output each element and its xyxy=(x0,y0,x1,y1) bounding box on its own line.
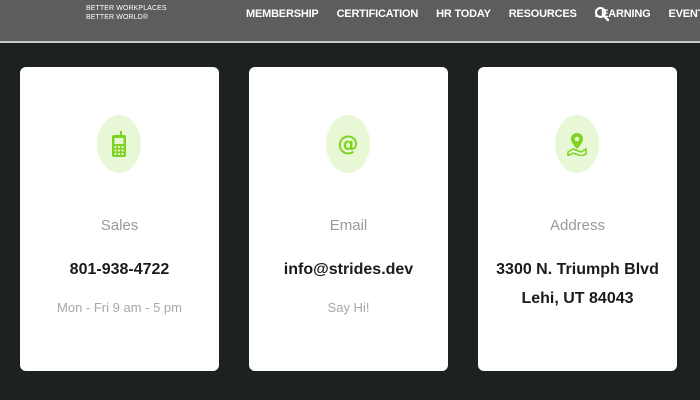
map-pin-icon xyxy=(566,132,588,156)
email-tagline: Say Hi! xyxy=(327,300,370,315)
card-label: Email xyxy=(329,217,368,234)
nav-item-hr-today[interactable]: HR TODAY xyxy=(436,8,491,20)
main-nav: MEMBERSHIP CERTIFICATION HR TODAY RESOUR… xyxy=(246,0,700,27)
card-value-line-1: 801-938-4722 xyxy=(69,261,170,278)
street-address[interactable]: 3300 N. Triumph Blvd Lehi, UT 84043 xyxy=(478,255,677,313)
svg-text:@: @ xyxy=(338,133,359,155)
logo-tagline-line-2: BETTER WORLD® xyxy=(86,14,149,21)
contact-card-sales: Sales 801-938-4722 Mon - Fri 9 am - 5 pm xyxy=(20,67,219,371)
email-address[interactable]: info@strides.dev xyxy=(249,255,448,284)
phone-icon xyxy=(111,131,127,157)
contact-card-address: Address 3300 N. Triumph Blvd Lehi, UT 84… xyxy=(478,67,677,371)
at-icon: @ xyxy=(337,133,359,155)
card-value-line-1: info@strides.dev xyxy=(283,261,414,278)
phone-number[interactable]: 801-938-4722 xyxy=(20,255,219,284)
nav-item-certification[interactable]: CERTIFICATION xyxy=(337,8,419,20)
icon-circle: @ xyxy=(326,115,370,173)
nav-item-events[interactable]: EVENTS xyxy=(668,8,700,20)
business-hours: Mon - Fri 9 am - 5 pm xyxy=(57,300,182,315)
search-icon[interactable] xyxy=(594,6,610,22)
card-value-line-2: Lehi, UT 84043 xyxy=(521,290,634,307)
card-label: Sales xyxy=(100,217,139,234)
logo-tagline-line-1: BETTER WORKPLACES xyxy=(86,5,167,12)
nav-item-membership[interactable]: MEMBERSHIP xyxy=(246,8,319,20)
card-value-line-1: 3300 N. Triumph Blvd xyxy=(496,261,659,278)
contact-card-email: @ Email info@strides.dev Say Hi! xyxy=(249,67,448,371)
logo-tagline[interactable]: BETTER WORKPLACES BETTER WORLD® xyxy=(86,4,167,22)
nav-item-resources[interactable]: RESOURCES xyxy=(509,8,577,20)
card-label: Address xyxy=(549,217,606,234)
icon-circle xyxy=(97,115,141,173)
top-navigation-bar: BETTER WORKPLACES BETTER WORLD® MEMBERSH… xyxy=(0,0,700,43)
icon-circle xyxy=(555,115,599,173)
